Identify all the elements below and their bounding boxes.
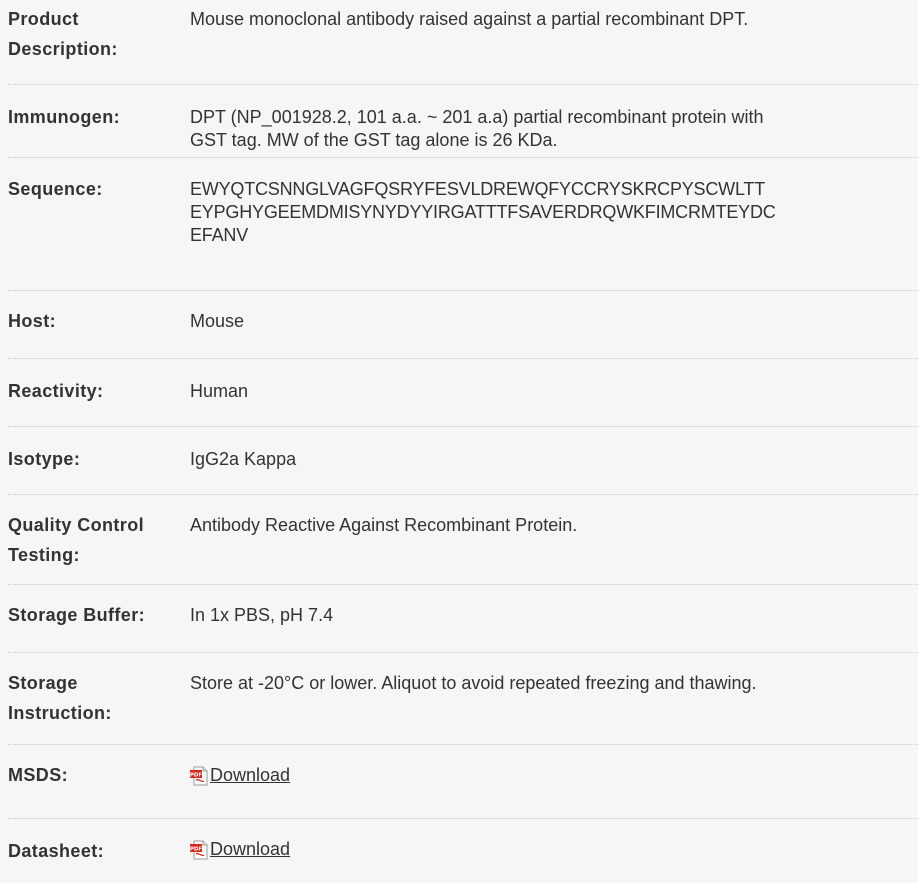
label-reactivity: Reactivity: — [8, 381, 104, 401]
label-immunogen: Immunogen: — [8, 107, 120, 127]
svg-text:PDF: PDF — [190, 846, 202, 852]
datasheet-download: PDF Download — [190, 838, 912, 861]
row-divider — [8, 290, 918, 291]
row-divider — [8, 358, 918, 359]
row-divider — [8, 426, 918, 427]
msds-download: PDF Download — [190, 764, 912, 787]
label-storage-buffer: Storage Buffer: — [8, 605, 146, 625]
row-divider — [8, 494, 918, 495]
value-storage-buffer: In 1x PBS, pH 7.4 — [190, 605, 334, 625]
value-quality-control-testing: Antibody Reactive Against Recombinant Pr… — [190, 515, 578, 535]
row-divider — [8, 84, 918, 85]
label-quality-control-testing: Quality Control Testing: — [8, 515, 144, 565]
pdf-icon: PDF — [190, 840, 208, 860]
label-host: Host: — [8, 311, 56, 331]
svg-text:PDF: PDF — [190, 772, 202, 778]
value-product-description: Mouse monoclonal antibody raised against… — [190, 9, 749, 29]
label-msds: MSDS: — [8, 765, 68, 785]
label-storage-instruction: Storage Instruction: — [8, 673, 112, 723]
value-immunogen: DPT (NP_001928.2, 101 a.a. ~ 201 a.a) pa… — [190, 107, 764, 150]
value-host: Mouse — [190, 311, 245, 331]
row-divider — [8, 744, 918, 745]
row-divider — [8, 818, 918, 819]
value-isotype: IgG2a Kappa — [190, 449, 297, 469]
msds-download-link[interactable]: Download — [210, 764, 290, 787]
pdf-icon: PDF — [190, 766, 208, 786]
label-datasheet: Datasheet: — [8, 841, 105, 861]
value-reactivity: Human — [190, 381, 249, 401]
datasheet-download-link[interactable]: Download — [210, 838, 290, 861]
row-divider — [8, 157, 918, 158]
value-storage-instruction: Store at -20°C or lower. Aliquot to avoi… — [190, 673, 757, 693]
label-product-description: Product Description: — [8, 9, 118, 59]
value-sequence: EWYQTCSNNGLVAGFQSRYFESVLDREWQFYCCRYSKRCP… — [190, 179, 776, 245]
row-divider — [8, 584, 918, 585]
label-sequence: Sequence: — [8, 179, 103, 199]
label-isotype: Isotype: — [8, 449, 81, 469]
row-divider — [8, 652, 918, 653]
